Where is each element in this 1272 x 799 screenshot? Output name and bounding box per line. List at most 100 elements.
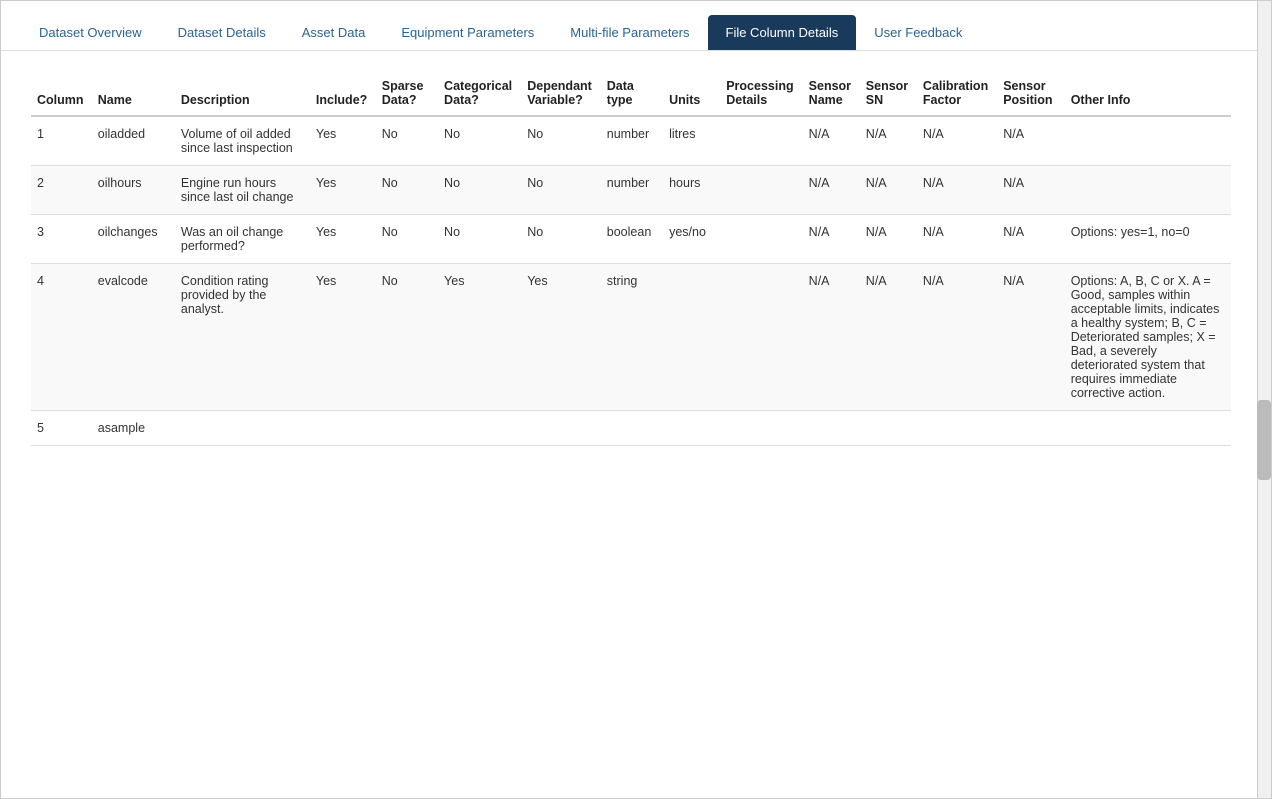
header-column: Column	[31, 71, 92, 116]
tab-equipment-parameters[interactable]: Equipment Parameters	[383, 15, 552, 50]
header-dependant: Dependant Variable?	[521, 71, 601, 116]
tab-multi-file-parameters[interactable]: Multi-file Parameters	[552, 15, 707, 50]
header-sensorpos: Sensor Position	[997, 71, 1065, 116]
cell-include: Yes	[310, 264, 376, 411]
cell-description: Was an oil change performed?	[175, 215, 310, 264]
header-sparse: Sparse Data?	[376, 71, 438, 116]
tab-file-column-details[interactable]: File Column Details	[708, 15, 857, 50]
cell-datatype: number	[601, 116, 663, 166]
cell-dependant: Yes	[521, 264, 601, 411]
header-datatype: Data type	[601, 71, 663, 116]
cell-categorical: No	[438, 166, 521, 215]
tab-dataset-details[interactable]: Dataset Details	[160, 15, 284, 50]
cell-column: 3	[31, 215, 92, 264]
cell-categorical: No	[438, 116, 521, 166]
header-name: Name	[92, 71, 175, 116]
cell-sensorname	[803, 411, 860, 446]
cell-processing	[720, 215, 802, 264]
cell-sensorsn: N/A	[860, 264, 917, 411]
cell-sensorname: N/A	[803, 215, 860, 264]
header-sensorsn: Sensor SN	[860, 71, 917, 116]
cell-sensorpos: N/A	[997, 166, 1065, 215]
cell-column: 2	[31, 166, 92, 215]
cell-otherinfo: Options: A, B, C or X. A = Good, samples…	[1065, 264, 1231, 411]
cell-sensorname: N/A	[803, 166, 860, 215]
cell-calibration: N/A	[917, 215, 997, 264]
cell-sparse: No	[376, 166, 438, 215]
cell-categorical: Yes	[438, 264, 521, 411]
header-otherinfo: Other Info	[1065, 71, 1231, 116]
tab-dataset-overview[interactable]: Dataset Overview	[21, 15, 160, 50]
cell-calibration	[917, 411, 997, 446]
tab-asset-data[interactable]: Asset Data	[284, 15, 384, 50]
cell-processing	[720, 166, 802, 215]
cell-sparse: No	[376, 264, 438, 411]
cell-datatype: boolean	[601, 215, 663, 264]
cell-calibration: N/A	[917, 116, 997, 166]
cell-sensorpos: N/A	[997, 215, 1065, 264]
cell-sensorsn: N/A	[860, 215, 917, 264]
cell-categorical	[438, 411, 521, 446]
cell-dependant: No	[521, 166, 601, 215]
cell-description: Condition rating provided by the analyst…	[175, 264, 310, 411]
cell-sensorname: N/A	[803, 264, 860, 411]
header-calibration: Calibration Factor	[917, 71, 997, 116]
cell-sensorpos	[997, 411, 1065, 446]
table-row: 3oilchangesWas an oil change performed?Y…	[31, 215, 1231, 264]
header-sensorname: Sensor Name	[803, 71, 860, 116]
cell-sensorsn: N/A	[860, 166, 917, 215]
cell-sensorpos: N/A	[997, 116, 1065, 166]
cell-otherinfo: Options: yes=1, no=0	[1065, 215, 1231, 264]
cell-units: litres	[663, 116, 720, 166]
cell-name: oilchanges	[92, 215, 175, 264]
cell-datatype: number	[601, 166, 663, 215]
tabs-bar: Dataset Overview Dataset Details Asset D…	[1, 1, 1271, 51]
cell-name: oilhours	[92, 166, 175, 215]
cell-description: Volume of oil added since last inspectio…	[175, 116, 310, 166]
cell-datatype: string	[601, 264, 663, 411]
cell-datatype	[601, 411, 663, 446]
cell-dependant	[521, 411, 601, 446]
header-processing: Processing Details	[720, 71, 802, 116]
cell-description	[175, 411, 310, 446]
cell-dependant: No	[521, 116, 601, 166]
cell-column: 1	[31, 116, 92, 166]
page-container: Dataset Overview Dataset Details Asset D…	[0, 0, 1272, 799]
tab-user-feedback[interactable]: User Feedback	[856, 15, 980, 50]
table-row: 5asample	[31, 411, 1231, 446]
cell-description: Engine run hours since last oil change	[175, 166, 310, 215]
cell-sensorname: N/A	[803, 116, 860, 166]
table-row: 1oiladdedVolume of oil added since last …	[31, 116, 1231, 166]
cell-include	[310, 411, 376, 446]
cell-name: asample	[92, 411, 175, 446]
cell-sparse	[376, 411, 438, 446]
cell-calibration: N/A	[917, 166, 997, 215]
cell-include: Yes	[310, 116, 376, 166]
cell-processing	[720, 264, 802, 411]
cell-calibration: N/A	[917, 264, 997, 411]
cell-units: yes/no	[663, 215, 720, 264]
table-row: 4evalcodeCondition rating provided by th…	[31, 264, 1231, 411]
cell-column: 5	[31, 411, 92, 446]
cell-units: hours	[663, 166, 720, 215]
cell-sensorsn	[860, 411, 917, 446]
cell-dependant: No	[521, 215, 601, 264]
cell-column: 4	[31, 264, 92, 411]
scrollbar[interactable]	[1257, 1, 1271, 798]
cell-name: oiladded	[92, 116, 175, 166]
header-units: Units	[663, 71, 720, 116]
cell-processing	[720, 411, 802, 446]
cell-include: Yes	[310, 215, 376, 264]
cell-sparse: No	[376, 116, 438, 166]
cell-otherinfo	[1065, 166, 1231, 215]
scrollbar-thumb[interactable]	[1257, 400, 1271, 480]
cell-name: evalcode	[92, 264, 175, 411]
file-column-table: Column Name Description Include? Sparse …	[31, 71, 1231, 446]
cell-units	[663, 411, 720, 446]
main-content: Column Name Description Include? Sparse …	[1, 51, 1271, 798]
cell-sensorpos: N/A	[997, 264, 1065, 411]
cell-sparse: No	[376, 215, 438, 264]
cell-otherinfo	[1065, 411, 1231, 446]
header-include: Include?	[310, 71, 376, 116]
cell-categorical: No	[438, 215, 521, 264]
